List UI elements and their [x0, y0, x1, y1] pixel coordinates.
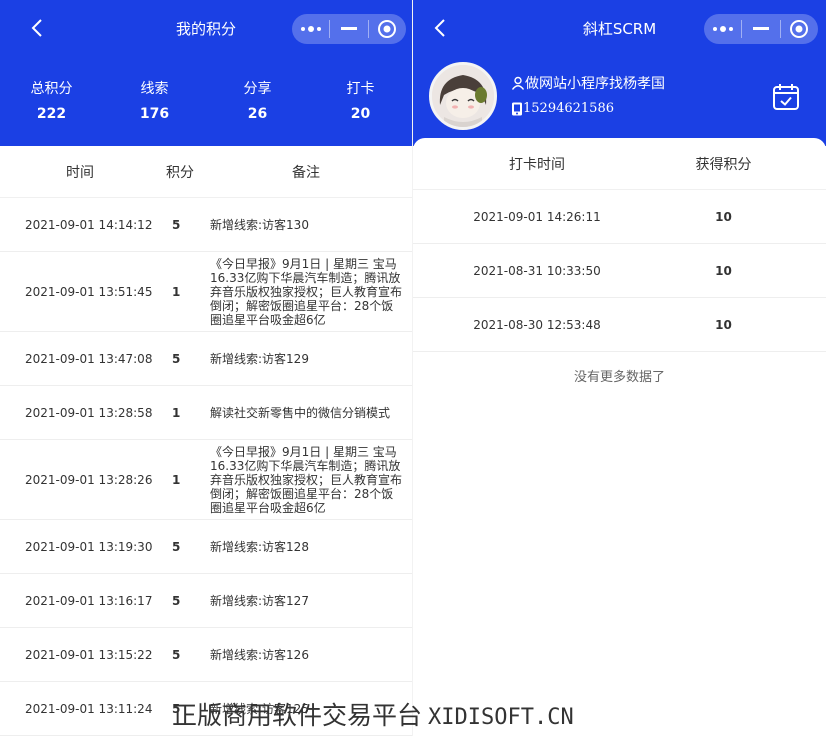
row-score: 10 — [715, 317, 732, 332]
stat-shares[interactable]: 分享 26 — [206, 56, 309, 146]
table-row[interactable]: 2021-09-01 13:28:26 1 《今日早报》9月1日 | 星期三 宝… — [0, 440, 412, 520]
user-phone-text: 15294621586 — [523, 101, 614, 116]
more-button[interactable] — [704, 14, 741, 44]
minimize-button[interactable] — [330, 14, 367, 44]
stat-value: 176 — [139, 106, 170, 122]
row-note: 《今日早报》9月1日 | 星期三 宝马16.33亿购下华晨汽车制造；腾讯放弃音乐… — [210, 444, 403, 515]
close-target-icon — [790, 20, 809, 38]
row-score: 1 — [172, 284, 181, 299]
more-button[interactable] — [292, 14, 329, 44]
row-note: 新增线索:访客126 — [210, 647, 309, 662]
row-time: 2021-09-01 14:26:11 — [473, 209, 601, 224]
stat-label: 总积分 — [30, 81, 73, 97]
table-row[interactable]: 2021-09-01 13:47:08 5 新增线索:访客129 — [0, 332, 412, 386]
close-target-icon — [378, 20, 397, 38]
no-more-data-text: 没有更多数据了 — [573, 370, 665, 385]
minimize-button[interactable] — [742, 14, 779, 44]
row-score: 5 — [172, 217, 181, 232]
table-row[interactable]: 2021-09-01 14:26:11 10 — [413, 190, 826, 244]
row-note: 新增线索:访客130 — [210, 217, 309, 232]
points-table-body: 2021-09-01 14:14:12 5 新增线索:访客130 2021-09… — [0, 198, 412, 736]
row-note: 新增线索:访客128 — [210, 539, 309, 554]
row-note: 新增线索:访客127 — [210, 593, 309, 608]
checkin-table-header: 打卡时间 获得积分 — [413, 138, 826, 190]
row-score: 1 — [172, 472, 181, 487]
stat-label: 线索 — [140, 81, 169, 97]
stat-leads[interactable]: 线索 176 — [103, 56, 206, 146]
row-time: 2021-09-01 13:15:22 — [25, 647, 153, 662]
row-time: 2021-08-30 12:53:48 — [473, 317, 601, 332]
left-nav-bar: 我的积分 — [0, 0, 412, 56]
stat-value: 20 — [350, 106, 371, 122]
user-name-text: 做网站小程序找杨孝国 — [525, 76, 665, 92]
row-score: 5 — [172, 351, 181, 366]
user-name: 做网站小程序找杨孝国 — [511, 73, 665, 93]
avatar-illustration — [432, 65, 494, 127]
row-note: 新增线索:访客129 — [210, 351, 309, 366]
points-page: 我的积分 总积分 222 线索 176 分享 26 打卡 20 时间 积分 备注… — [0, 0, 412, 736]
phone-icon — [512, 102, 522, 115]
stat-label: 分享 — [243, 81, 272, 97]
checkin-page: 斜杠SCRM 做网站小程序找杨孝国 15294621586 打卡时间 获得积分 … — [413, 0, 826, 736]
right-nav-bar: 斜杠SCRM — [413, 0, 826, 56]
stat-label: 打卡 — [346, 81, 375, 97]
more-dots-icon — [712, 26, 733, 32]
close-button[interactable] — [781, 14, 818, 44]
row-time: 2021-09-01 13:19:30 — [25, 539, 153, 554]
user-profile-header: 做网站小程序找杨孝国 15294621586 — [413, 56, 826, 146]
close-button[interactable] — [369, 14, 406, 44]
more-dots-icon — [300, 26, 321, 32]
stat-total[interactable]: 总积分 222 — [0, 56, 103, 146]
points-summary: 总积分 222 线索 176 分享 26 打卡 20 — [0, 56, 412, 146]
table-row[interactable]: 2021-09-01 13:19:30 5 新增线索:访客128 — [0, 520, 412, 574]
stat-value: 26 — [247, 106, 268, 122]
table-row[interactable]: 2021-09-01 14:14:12 5 新增线索:访客130 — [0, 198, 412, 252]
table-row[interactable]: 2021-09-01 13:28:58 1 解读社交新零售中的微信分销模式 — [0, 386, 412, 440]
stat-checkin[interactable]: 打卡 20 — [309, 56, 412, 146]
mini-program-capsule — [704, 14, 818, 44]
row-score: 5 — [172, 593, 181, 608]
row-note: 《今日早报》9月1日 | 星期三 宝马16.33亿购下华晨汽车制造；腾讯放弃音乐… — [210, 256, 403, 327]
column-header-time: 时间 — [66, 164, 94, 181]
column-header-checkin-time: 打卡时间 — [509, 156, 565, 173]
table-row[interactable]: 2021-09-01 13:51:45 1 《今日早报》9月1日 | 星期三 宝… — [0, 252, 412, 332]
watermark-cn: 正版商用软件交易平台 — [172, 701, 423, 730]
row-score: 10 — [715, 263, 732, 278]
table-row[interactable]: 2021-08-30 12:53:48 10 — [413, 298, 826, 352]
table-row[interactable]: 2021-08-31 10:33:50 10 — [413, 244, 826, 298]
row-time: 2021-09-01 14:14:12 — [25, 217, 153, 232]
row-time: 2021-09-01 13:47:08 — [25, 351, 153, 366]
mini-program-capsule — [292, 14, 406, 44]
table-row[interactable]: 2021-09-01 13:16:17 5 新增线索:访客127 — [0, 574, 412, 628]
minimize-icon — [341, 27, 357, 30]
checkin-records-card: 打卡时间 获得积分 2021-09-01 14:26:11 10 2021-08… — [413, 138, 826, 736]
row-score: 1 — [172, 405, 181, 420]
minimize-icon — [753, 27, 769, 30]
watermark: 正版商用软件交易平台 XIDISOFT.CN — [172, 696, 574, 732]
points-table-header: 时间 积分 备注 — [0, 146, 412, 198]
row-time: 2021-09-01 13:16:17 — [25, 593, 153, 608]
column-header-earned-points: 获得积分 — [695, 156, 752, 173]
row-note: 解读社交新零售中的微信分销模式 — [210, 405, 391, 420]
stat-value: 222 — [36, 106, 67, 122]
user-phone: 15294621586 — [511, 101, 614, 116]
avatar[interactable] — [429, 62, 497, 130]
row-time: 2021-08-31 10:33:50 — [473, 263, 601, 278]
user-icon — [511, 76, 525, 90]
row-score: 10 — [715, 209, 732, 224]
column-header-score: 积分 — [166, 164, 194, 181]
row-time: 2021-09-01 13:28:58 — [25, 405, 153, 420]
row-time: 2021-09-01 13:28:26 — [25, 472, 153, 487]
table-row[interactable]: 2021-09-01 13:15:22 5 新增线索:访客126 — [0, 628, 412, 682]
row-time: 2021-09-01 13:51:45 — [25, 284, 153, 299]
watermark-en: XIDISOFT.CN — [428, 705, 574, 730]
column-header-note: 备注 — [292, 164, 320, 181]
row-score: 5 — [172, 647, 181, 662]
calendar-check-icon[interactable] — [771, 82, 801, 112]
row-time: 2021-09-01 13:11:24 — [25, 701, 153, 716]
row-score: 5 — [172, 539, 181, 554]
